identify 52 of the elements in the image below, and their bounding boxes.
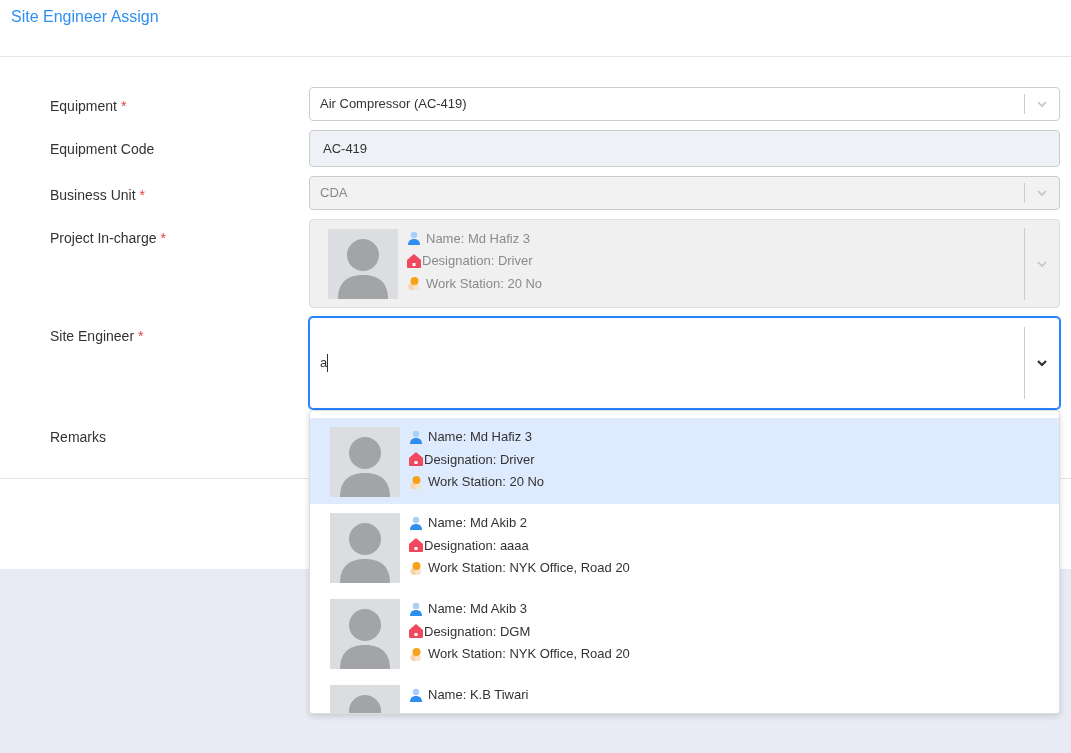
dropdown-option[interactable]: Name: K.B Tiwari	[310, 676, 1059, 713]
location-icon	[406, 275, 422, 292]
required-asterisk: *	[139, 187, 146, 203]
location-icon	[408, 473, 424, 490]
dropdown-option[interactable]: Name: Md Hafiz 3 Designation: Driver Work Station: 20 No	[310, 418, 1059, 504]
field-label: Site Engineer	[50, 328, 135, 344]
text-field[interactable]: AC-419	[309, 130, 1060, 167]
person-name: Name: Md Hafiz 3	[426, 229, 531, 248]
person-name: Name: K.B Tiwari	[428, 686, 529, 704]
person-name: Name: Md Akib 2	[428, 514, 527, 532]
field-label: Project In-charge	[50, 230, 157, 246]
required-asterisk: *	[138, 328, 144, 344]
required-asterisk: *	[120, 98, 127, 114]
person-designation: Designation: DGM	[424, 622, 531, 641]
person-designation: Designation: Driver	[422, 252, 533, 270]
person-work-station: Work Station: 20 No	[428, 473, 545, 491]
search-select-field[interactable]: a	[309, 317, 1060, 409]
avatar-icon	[330, 427, 400, 497]
location-icon	[408, 559, 424, 576]
person-work-station: Work Station: NYK Office, Road 20	[428, 559, 630, 577]
house-icon	[408, 451, 424, 468]
person-work-station: Work Station: NYK Office, Road 20	[428, 645, 630, 663]
person-designation: Designation: aaaa	[424, 536, 529, 555]
person-icon	[408, 686, 424, 703]
field-label: Equipment Code	[50, 141, 155, 157]
dropdown-option[interactable]: Name: Md Akib 3 Designation: DGM Work Station: NYK Office, Road 20	[310, 590, 1059, 676]
person-icon	[408, 514, 424, 531]
person-designation: Designation: Driver	[424, 450, 535, 469]
avatar-icon	[330, 599, 400, 669]
house-icon	[408, 537, 424, 554]
house-icon	[406, 252, 422, 269]
avatar-icon	[328, 228, 398, 299]
person-icon	[406, 230, 422, 247]
select-field[interactable]: Air Compressor (AC-419)	[309, 87, 1060, 121]
person-icon	[408, 428, 424, 445]
house-icon	[408, 623, 424, 640]
select-value: Air Compressor (AC-419)	[319, 95, 468, 114]
dropdown-option[interactable]: Name: Md Akib 2 Designation: aaaa Work Station: NYK Office, Road 20	[310, 504, 1059, 590]
location-icon	[408, 645, 424, 662]
field-value: AC-419	[323, 139, 368, 158]
search-input-text: a	[320, 354, 328, 373]
person-name: Name: Md Akib 3	[428, 600, 527, 618]
avatar-icon	[330, 513, 400, 583]
select-value: CDA	[319, 184, 349, 203]
field-label: Business Unit	[50, 187, 136, 203]
person-work-station: Work Station: 20 No	[426, 274, 543, 293]
field-label: Remarks	[50, 429, 106, 445]
required-asterisk: *	[160, 230, 167, 246]
page-title: Site Engineer Assign	[11, 8, 159, 25]
field-label: Equipment	[50, 98, 117, 114]
person-name: Name: Md Hafiz 3	[428, 428, 533, 446]
person-icon	[408, 600, 424, 617]
